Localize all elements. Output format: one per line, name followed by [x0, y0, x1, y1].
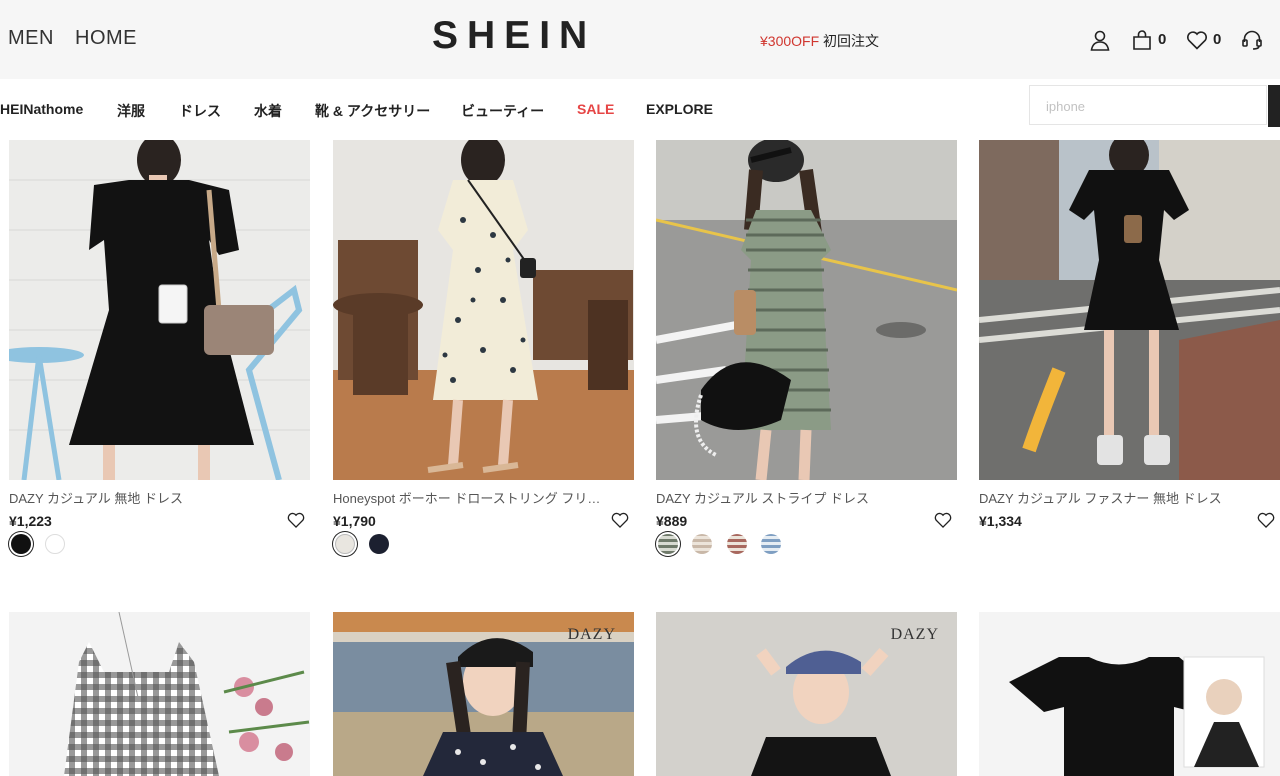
add-to-wishlist-icon[interactable]	[286, 510, 306, 530]
brand-watermark: DAZY	[567, 626, 616, 643]
product-card[interactable]	[979, 612, 1280, 776]
product-title[interactable]: DAZY カジュアル 無地 ドレス	[9, 488, 289, 507]
color-swatches	[656, 534, 791, 560]
product-price: ¥889	[656, 513, 688, 529]
product-card[interactable]: Honeyspot ボーホー ドローストリング フリル 花柄 ドレス ¥1,79…	[333, 140, 634, 554]
support-headset-icon[interactable]	[1240, 28, 1264, 52]
product-price: ¥1,223	[9, 513, 52, 529]
brand-watermark: DAZY	[890, 626, 939, 643]
color-swatch-black[interactable]	[11, 534, 31, 554]
product-card[interactable]: DAZY	[333, 612, 634, 776]
wishlist-icon[interactable]	[1185, 28, 1209, 52]
color-swatch-red-stripe[interactable]	[726, 534, 747, 554]
product-title[interactable]: Honeyspot ボーホー ドローストリング フリル 花柄 ドレス	[333, 488, 613, 507]
wishlist-count: 0	[1213, 31, 1222, 48]
nav-item-clothing[interactable]: 洋服	[117, 101, 145, 121]
product-card[interactable]: DAZY カジュアル 無地 ドレス ¥1,223	[9, 140, 310, 554]
color-swatch-white[interactable]	[45, 534, 66, 554]
product-image[interactable]	[333, 140, 634, 480]
search-button[interactable]	[1268, 85, 1280, 127]
promo-discount: ¥300OFF	[760, 33, 820, 49]
product-title[interactable]: DAZY カジュアル ファスナー 無地 ドレス	[979, 488, 1259, 507]
product-title[interactable]: DAZY カジュアル ストライプ ドレス	[656, 488, 936, 507]
promo-banner[interactable]: ¥300OFF 初回注文	[760, 31, 879, 51]
color-swatch-blue-stripe[interactable]	[761, 534, 782, 554]
top-bar: MEN HOME SHEIN ¥300OFF 初回注文 0 0	[0, 0, 1280, 79]
product-price: ¥1,790	[333, 513, 376, 529]
search-box[interactable]	[1029, 85, 1267, 126]
nav-item-home[interactable]: HEINathome	[0, 101, 83, 117]
product-card[interactable]: DAZY	[656, 612, 957, 776]
add-to-wishlist-icon[interactable]	[933, 510, 953, 530]
promo-text: 初回注文	[823, 33, 880, 49]
user-icon[interactable]	[1088, 28, 1112, 52]
product-image[interactable]	[9, 612, 310, 776]
search-input[interactable]	[1044, 86, 1248, 126]
color-swatch-beige-stripe[interactable]	[692, 534, 713, 554]
product-image[interactable]	[979, 140, 1280, 480]
product-image[interactable]	[979, 612, 1280, 776]
nav-item-dresses[interactable]: ドレス	[179, 101, 221, 121]
nav-item-shoes-accessories[interactable]: 靴 & アクセサリー	[315, 101, 430, 121]
product-price: ¥1,334	[979, 513, 1022, 529]
product-image[interactable]: DAZY	[333, 612, 634, 776]
cart-icon[interactable]	[1130, 28, 1154, 52]
add-to-wishlist-icon[interactable]	[610, 510, 630, 530]
nav-item-sale[interactable]: SALE	[577, 101, 614, 117]
color-swatches	[9, 534, 75, 560]
nav-item-explore[interactable]: EXPLORE	[646, 101, 713, 117]
home-link[interactable]: HOME	[75, 27, 137, 50]
color-swatches	[333, 534, 399, 560]
product-image[interactable]	[656, 140, 957, 480]
add-to-wishlist-icon[interactable]	[1256, 510, 1276, 530]
product-card[interactable]: DAZY カジュアル ファスナー 無地 ドレス ¥1,334	[979, 140, 1280, 529]
nav-item-beauty[interactable]: ビューティー	[461, 101, 544, 121]
color-swatch-green-stripe[interactable]	[658, 534, 678, 554]
nav-item-swimwear[interactable]: 水着	[254, 101, 282, 121]
product-card[interactable]	[9, 612, 310, 776]
product-image[interactable]: DAZY	[656, 612, 957, 776]
product-card[interactable]: DAZY カジュアル ストライプ ドレス ¥889	[656, 140, 957, 554]
category-nav: HEINathome 洋服 ドレス 水着 靴 & アクセサリー ビューティー S…	[0, 79, 1280, 140]
color-swatch-navy-floral[interactable]	[369, 534, 390, 554]
men-link[interactable]: MEN	[8, 27, 54, 50]
cart-count: 0	[1158, 31, 1167, 48]
product-image[interactable]	[9, 140, 310, 480]
color-swatch-cream-floral[interactable]	[335, 534, 355, 554]
shein-logo[interactable]: SHEIN	[432, 14, 596, 58]
